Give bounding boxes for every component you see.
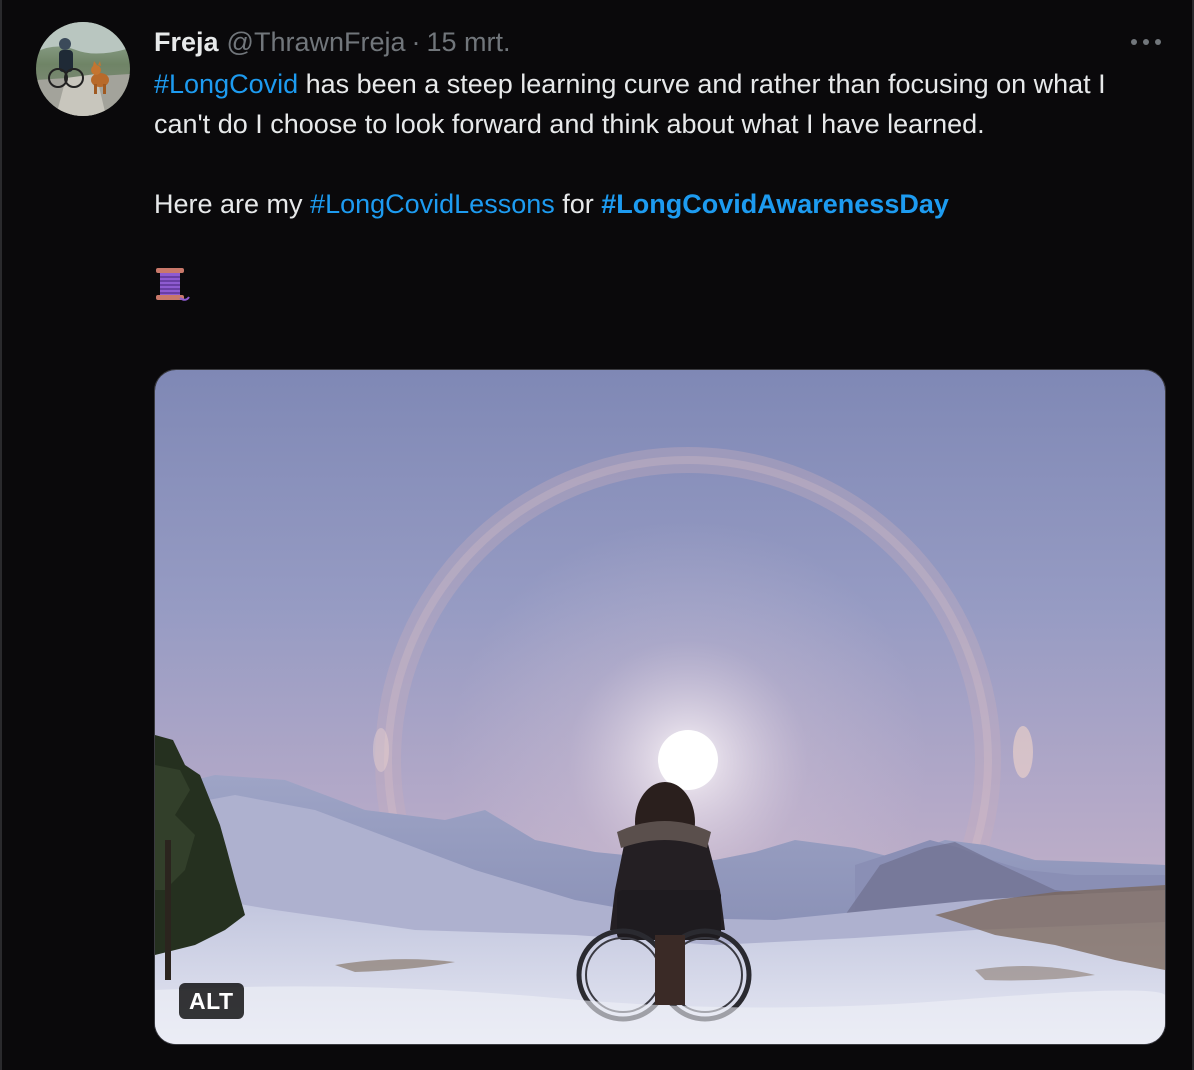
hashtag-longcovidlessons[interactable]: #LongCovidLessons — [310, 189, 555, 219]
more-horizontal-icon — [1131, 39, 1161, 45]
alt-text-badge[interactable]: ALT — [179, 983, 244, 1019]
tweet-header: Freja @ThrawnFreja · 15 mrt. — [154, 24, 511, 60]
snow-landscape-photo — [155, 370, 1165, 1044]
tweet-date[interactable]: 15 mrt. — [427, 27, 511, 58]
thread-spool-icon — [154, 266, 190, 315]
hashtag-longcovidawarenessday[interactable]: #LongCovidAwarenessDay — [601, 189, 949, 219]
avatar[interactable] — [36, 22, 130, 116]
tweet-text-prefix: Here are my — [154, 189, 311, 219]
header-separator: · — [411, 26, 421, 57]
tweet-paragraph-1: #LongCovid has been a steep learning cur… — [154, 64, 1164, 144]
tweet-media-image[interactable]: ALT — [154, 369, 1166, 1045]
tweet-paragraph-3 — [154, 264, 1164, 315]
left-border — [0, 0, 2, 1070]
hashtag-longcovid[interactable]: #LongCovid — [154, 69, 298, 99]
author-handle[interactable]: @ThrawnFreja — [227, 27, 406, 58]
author-name[interactable]: Freja — [154, 27, 219, 58]
tweet-paragraph-2: Here are my #LongCovidLessons for #LongC… — [154, 184, 1164, 224]
avatar-image — [36, 22, 130, 116]
more-options-button[interactable] — [1126, 28, 1166, 56]
tweet-text-mid: for — [554, 189, 602, 219]
tweet-text: #LongCovid has been a steep learning cur… — [154, 64, 1164, 315]
